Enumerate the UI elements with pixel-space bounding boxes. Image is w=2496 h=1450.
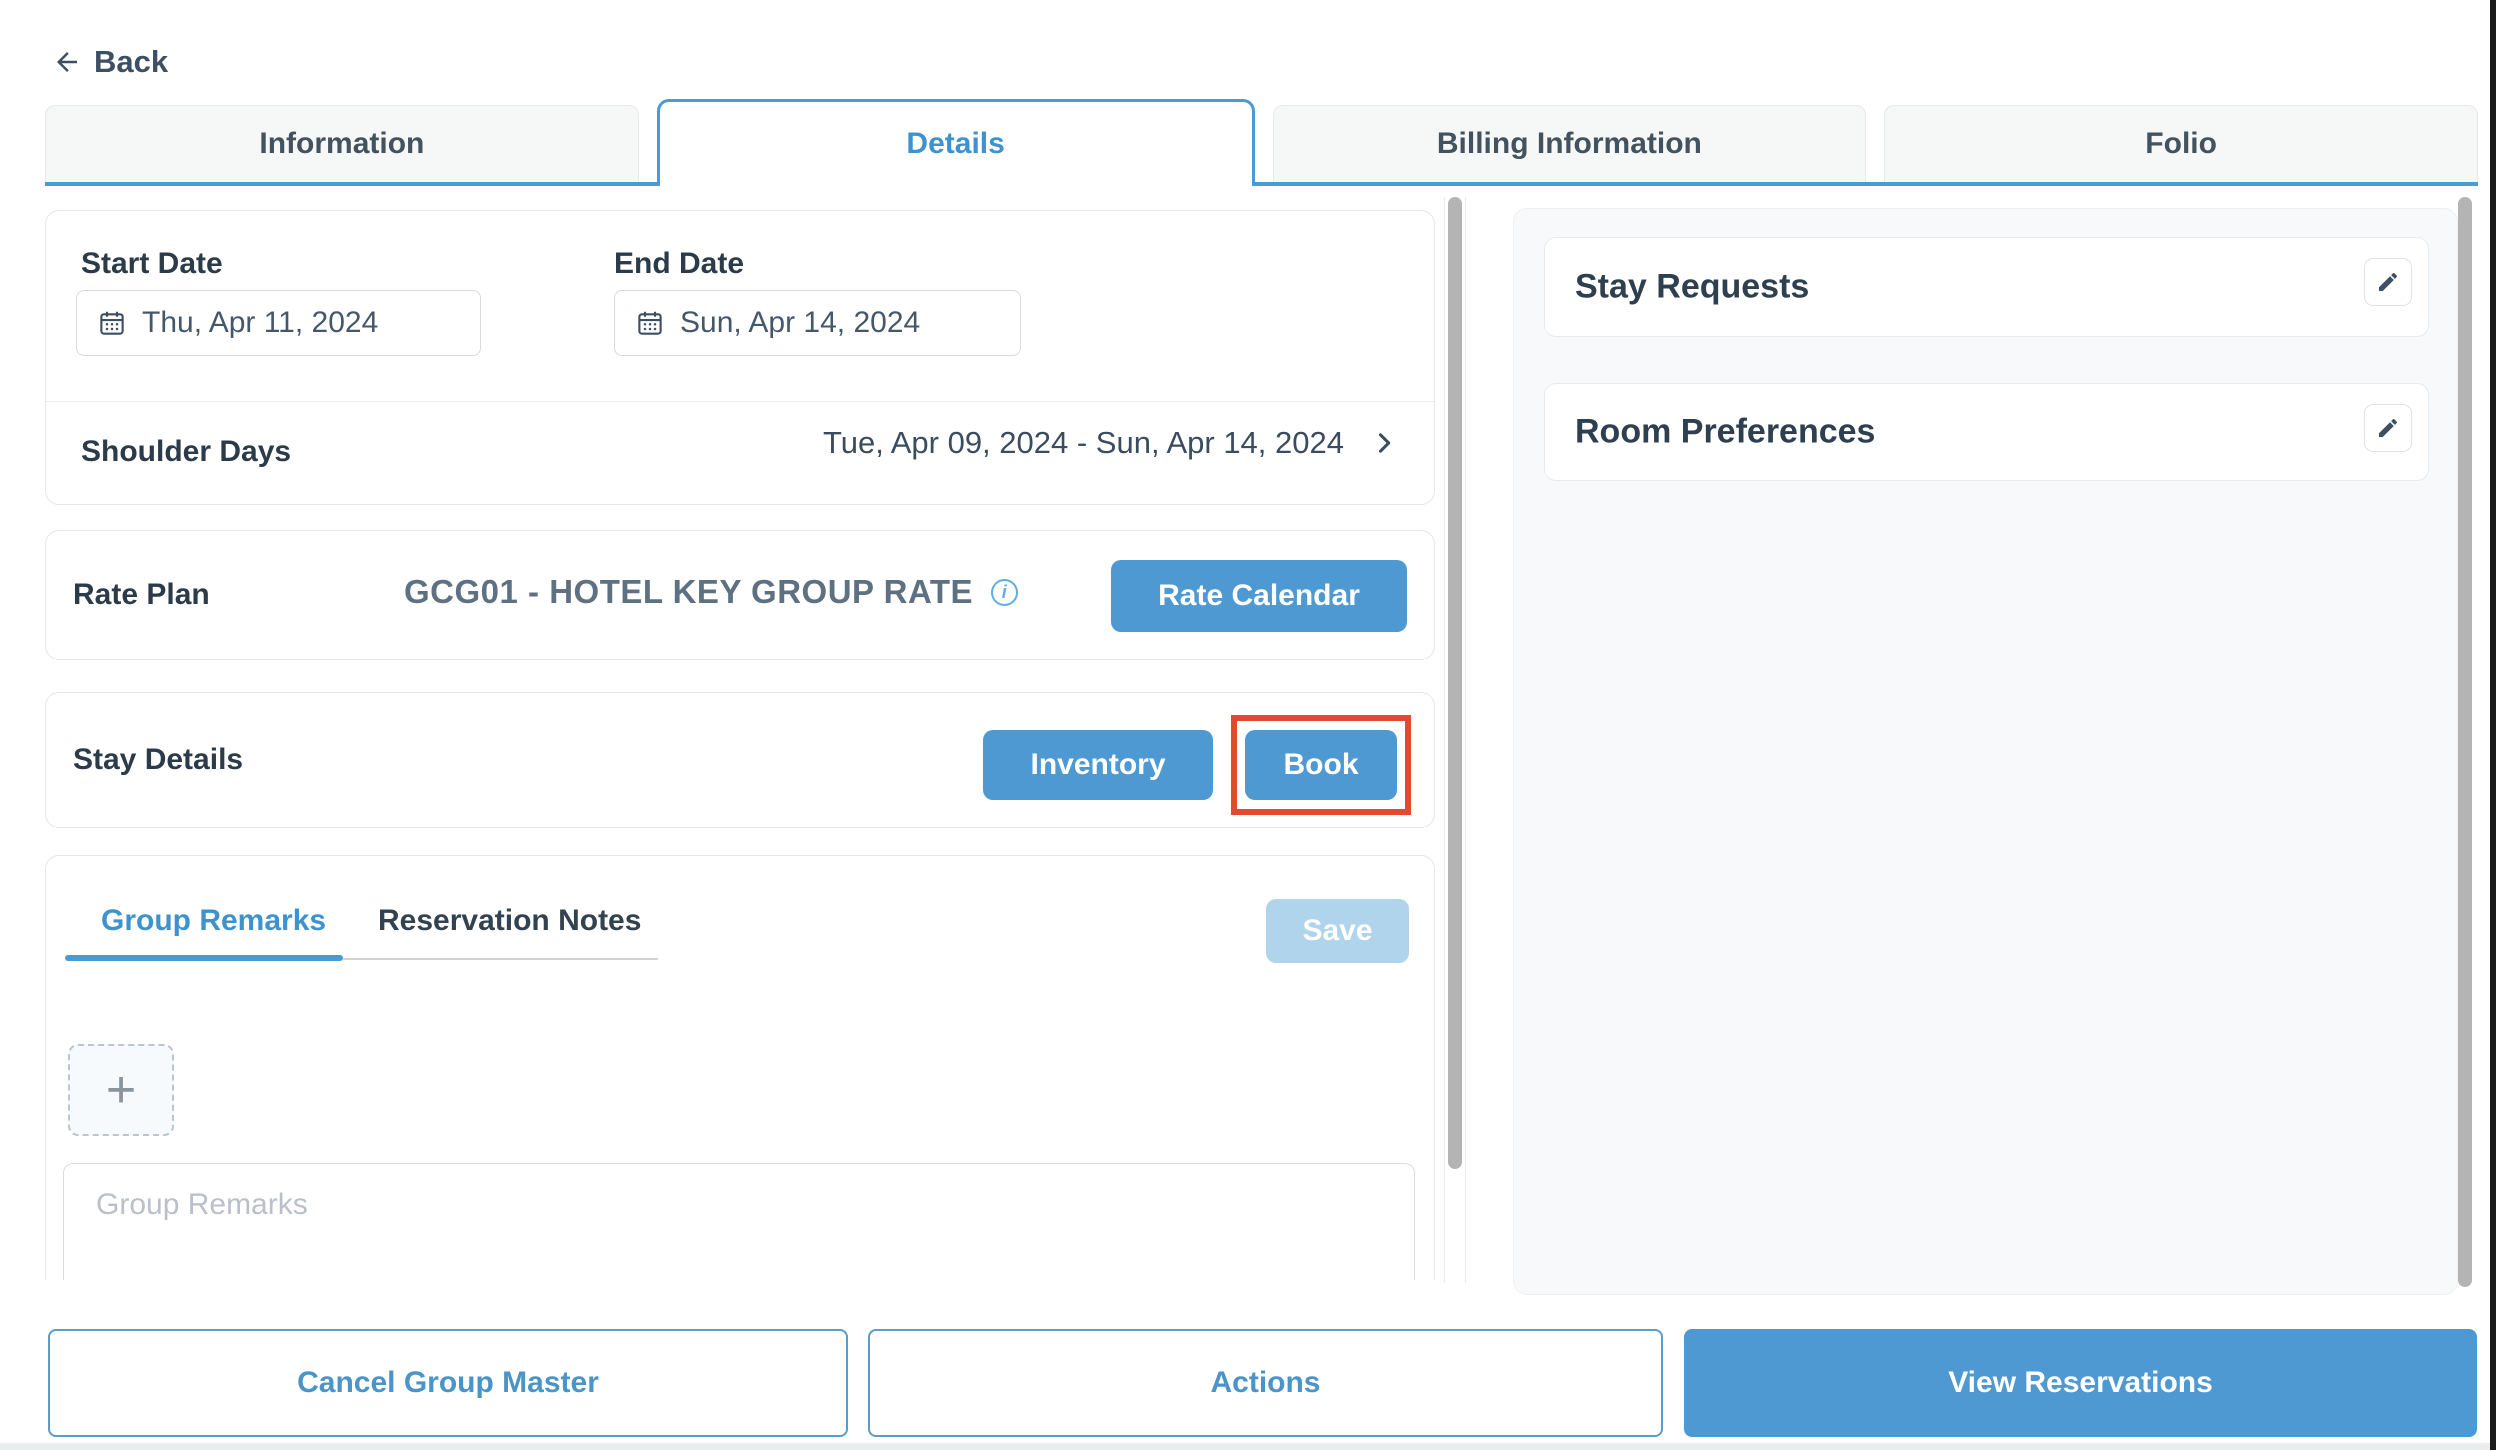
room-preferences-card: Room Preferences <box>1544 383 2429 481</box>
end-date-value: Sun, Apr 14, 2024 <box>680 306 920 340</box>
add-remark-button[interactable]: + <box>68 1044 174 1136</box>
rate-plan-value: GCG01 - HOTEL KEY GROUP RATE <box>404 573 973 611</box>
left-scrollbar-thumb[interactable] <box>1448 197 1462 1169</box>
rate-calendar-button[interactable]: Rate Calendar <box>1111 560 1407 632</box>
room-preferences-title: Room Preferences <box>1575 413 1875 452</box>
end-date-label: End Date <box>614 247 744 281</box>
dates-card: Start Date End Date Thu, Apr 11, 2024 <box>45 210 1435 505</box>
back-button[interactable]: Back <box>50 44 168 80</box>
tab-billing-information[interactable]: Billing Information <box>1273 105 1867 182</box>
save-button[interactable]: Save <box>1266 899 1409 963</box>
stay-requests-title: Stay Requests <box>1575 268 1809 307</box>
inventory-button[interactable]: Inventory <box>983 730 1213 800</box>
info-icon[interactable]: i <box>991 579 1018 606</box>
pencil-icon <box>2376 416 2400 440</box>
tab-details-label: Details <box>906 127 1004 161</box>
tab-folio-label: Folio <box>2145 127 2217 161</box>
tabbar-underline <box>45 182 2478 186</box>
tab-bar: Information Details Billing Information … <box>45 99 2478 186</box>
tab-reservation-notes[interactable]: Reservation Notes <box>378 904 641 938</box>
end-date-input[interactable]: Sun, Apr 14, 2024 <box>614 290 1021 356</box>
stay-details-label: Stay Details <box>73 743 243 777</box>
start-date-value: Thu, Apr 11, 2024 <box>142 306 378 340</box>
remarks-card: Group Remarks Reservation Notes Save + <box>45 855 1435 1280</box>
plus-icon: + <box>106 1060 136 1120</box>
start-date-input[interactable]: Thu, Apr 11, 2024 <box>76 290 481 356</box>
divider <box>46 401 1434 402</box>
shoulder-days-value: Tue, Apr 09, 2024 - Sun, Apr 14, 2024 <box>823 425 1344 461</box>
edit-room-preferences-button[interactable] <box>2364 404 2412 452</box>
rate-plan-label: Rate Plan <box>73 578 210 612</box>
rate-plan-value-row: GCG01 - HOTEL KEY GROUP RATE i <box>404 573 1018 611</box>
tab-billing-information-label: Billing Information <box>1437 127 1702 161</box>
group-master-details-page: Back Information Details Billing Informa… <box>0 0 2496 1450</box>
group-remarks-textarea[interactable] <box>63 1163 1415 1280</box>
rate-plan-card: Rate Plan GCG01 - HOTEL KEY GROUP RATE i… <box>45 530 1435 660</box>
edit-stay-requests-button[interactable] <box>2364 258 2412 306</box>
stay-details-card: Stay Details Inventory Book <box>45 692 1435 828</box>
book-button[interactable]: Book <box>1245 730 1397 800</box>
tab-information-label: Information <box>259 127 424 161</box>
right-panel: Stay Requests Room Preferences <box>1513 208 2458 1295</box>
start-date-label: Start Date <box>81 247 223 281</box>
cancel-group-master-button[interactable]: Cancel Group Master <box>48 1329 848 1437</box>
screen-right-edge <box>2490 0 2496 1450</box>
tab-underline-track <box>343 958 658 960</box>
tab-details[interactable]: Details <box>657 99 1255 186</box>
tab-information[interactable]: Information <box>45 105 639 182</box>
left-scrollbar-track[interactable] <box>1444 197 1466 1283</box>
shoulder-days-label: Shoulder Days <box>81 435 291 469</box>
bottom-edge-strip <box>0 1443 2496 1450</box>
calendar-icon <box>97 308 127 338</box>
stay-requests-card: Stay Requests <box>1544 237 2429 337</box>
pencil-icon <box>2376 270 2400 294</box>
right-scrollbar-thumb[interactable] <box>2458 197 2472 1287</box>
active-tab-underline <box>65 955 343 961</box>
view-reservations-button[interactable]: View Reservations <box>1684 1329 2477 1437</box>
right-scrollbar-track[interactable] <box>2456 197 2474 1293</box>
details-left-column: Start Date End Date Thu, Apr 11, 2024 <box>45 210 1437 1280</box>
chevron-right-icon <box>1370 427 1398 459</box>
actions-button[interactable]: Actions <box>868 1329 1663 1437</box>
calendar-icon <box>635 308 665 338</box>
tab-folio[interactable]: Folio <box>1884 105 2478 182</box>
back-arrow-icon <box>50 47 84 77</box>
tab-group-remarks[interactable]: Group Remarks <box>101 904 326 938</box>
shoulder-days-row[interactable]: Tue, Apr 09, 2024 - Sun, Apr 14, 2024 <box>823 425 1398 461</box>
back-label: Back <box>94 44 168 80</box>
click-target-annotation: Book <box>1231 715 1411 815</box>
